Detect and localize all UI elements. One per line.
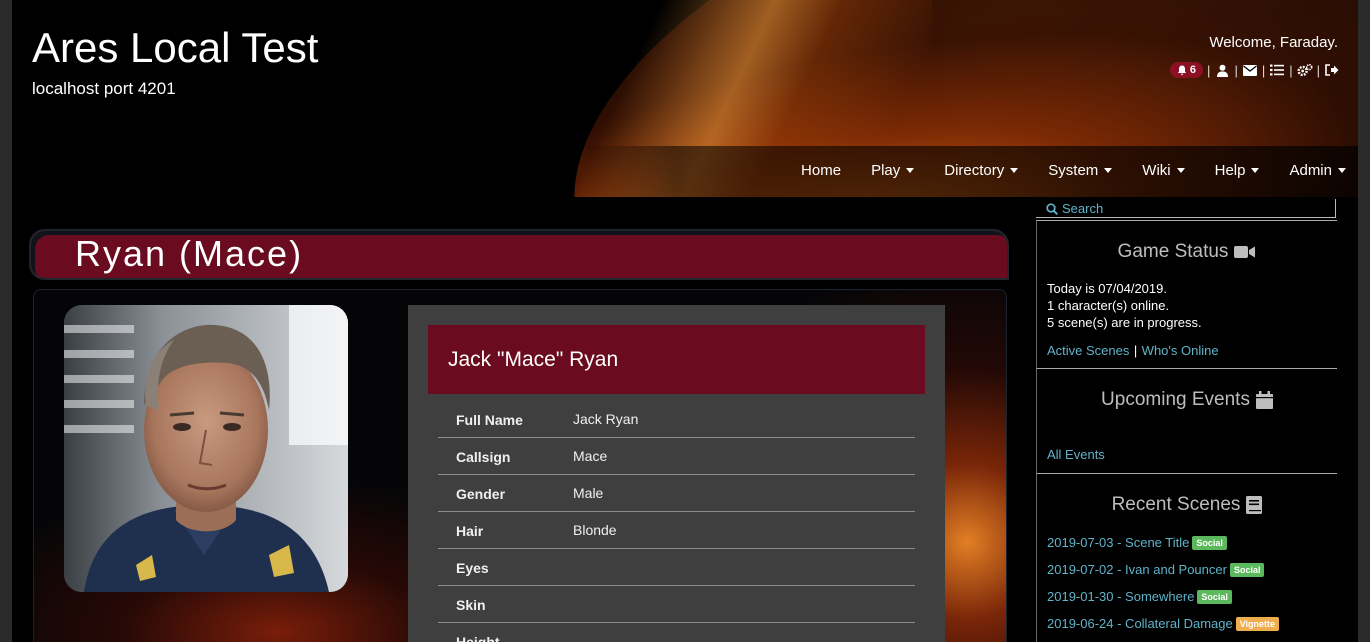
character-banner: Ryan (Mace): [29, 229, 1009, 280]
field-row: Skin: [438, 586, 915, 623]
whos-online-link[interactable]: Who's Online: [1142, 343, 1219, 358]
nav-help[interactable]: Help: [1215, 162, 1260, 179]
video-camera-icon: [1234, 246, 1256, 258]
scene-link[interactable]: 2019-06-24 - Collateral Damage: [1047, 616, 1233, 631]
search-input[interactable]: Search: [1036, 199, 1336, 218]
caret-down-icon: [1338, 168, 1346, 173]
all-events-link[interactable]: All Events: [1047, 447, 1105, 462]
scene-link[interactable]: 2019-07-02 - Ivan and Pouncer: [1047, 562, 1227, 577]
caret-down-icon: [1104, 168, 1113, 173]
sidebar: Search Game Status Today is 07/04/2019. …: [1036, 199, 1337, 642]
page-frame: Ares Local Test localhost port 4201 Welc…: [12, 0, 1358, 642]
status-date: Today is 07/04/2019.: [1047, 281, 1167, 296]
search-label: Search: [1062, 201, 1104, 216]
upcoming-events-section: Upcoming Events All Events: [1036, 368, 1337, 473]
nav-admin[interactable]: Admin: [1289, 162, 1346, 179]
field-row: Callsign Mace: [438, 438, 915, 475]
character-fields: Full Name Jack Ryan Callsign Mace Gender…: [438, 401, 915, 642]
mail-icon[interactable]: [1242, 62, 1258, 78]
notifications-button[interactable]: 6: [1169, 62, 1204, 78]
site-title[interactable]: Ares Local Test: [32, 24, 318, 72]
user-icon[interactable]: [1214, 62, 1230, 78]
notification-count: 6: [1189, 64, 1197, 76]
scene-type-badge: Social: [1197, 589, 1232, 604]
status-scenes: 5 scene(s) are in progress.: [1047, 315, 1202, 330]
list-icon[interactable]: [1269, 62, 1285, 78]
caret-down-icon: [906, 168, 915, 173]
field-row: Full Name Jack Ryan: [438, 401, 915, 438]
field-label: Height: [456, 634, 500, 642]
character-info-panel: Jack "Mace" Ryan Full Name Jack Ryan Cal…: [408, 305, 945, 642]
recent-scenes-title: Recent Scenes: [1111, 494, 1241, 515]
field-label: Gender: [456, 486, 506, 502]
upcoming-events-title: Upcoming Events: [1101, 389, 1250, 410]
scene-type-badge: Vignette: [1235, 616, 1280, 631]
active-scenes-link[interactable]: Active Scenes: [1047, 343, 1129, 358]
welcome-text: Welcome, Faraday.: [1209, 34, 1338, 51]
recent-scene-item[interactable]: 2019-06-24 - Collateral Damage Vignette: [1047, 616, 1280, 631]
game-status-title: Game Status: [1117, 241, 1229, 262]
scene-type-badge: Social: [1229, 562, 1265, 577]
field-row: Gender Male: [438, 475, 915, 512]
caret-down-icon: [1176, 168, 1185, 173]
field-label: Skin: [456, 597, 486, 613]
character-portrait: [64, 305, 348, 592]
recent-scenes-section: Recent Scenes 2019-07-03 - Scene Title S…: [1036, 473, 1337, 642]
nav-play[interactable]: Play: [871, 162, 915, 179]
nav-directory[interactable]: Directory: [944, 162, 1019, 179]
user-toolbar: 6 | | | | |: [1169, 62, 1340, 78]
recent-scene-item[interactable]: 2019-07-03 - Scene Title Social: [1047, 535, 1227, 550]
nav-home[interactable]: Home: [801, 162, 841, 179]
field-label: Eyes: [456, 560, 489, 576]
field-value: Jack Ryan: [573, 411, 639, 427]
scene-link[interactable]: 2019-01-30 - Somewhere: [1047, 589, 1194, 604]
main-nav: Home Play Directory System Wiki Help Adm…: [801, 162, 1346, 179]
gears-icon[interactable]: [1297, 62, 1313, 78]
bell-icon: [1177, 65, 1187, 75]
page-title: Ryan (Mace): [75, 233, 304, 274]
scene-type-badge: Social: [1192, 535, 1227, 550]
field-label: Hair: [456, 523, 484, 539]
field-row: Eyes: [438, 549, 915, 586]
scene-link[interactable]: 2019-07-03 - Scene Title: [1047, 535, 1189, 550]
site-subtitle: localhost port 4201: [32, 79, 176, 98]
sign-out-icon[interactable]: [1324, 62, 1340, 78]
status-online: 1 character(s) online.: [1047, 298, 1170, 313]
nav-system[interactable]: System: [1048, 162, 1113, 179]
character-name-header: Jack "Mace" Ryan: [428, 325, 925, 394]
field-row: Hair Blonde: [438, 512, 915, 549]
link-separator: |: [1133, 343, 1138, 358]
field-value: Mace: [573, 448, 608, 464]
field-label: Full Name: [456, 412, 523, 428]
calendar-icon: [1255, 391, 1273, 409]
game-status-section: Game Status Today is 07/04/2019. 1 chara…: [1036, 220, 1337, 368]
field-row: Height: [438, 623, 915, 642]
search-icon: [1046, 202, 1058, 215]
site-header: Ares Local Test localhost port 4201 Welc…: [12, 0, 1358, 197]
recent-scene-item[interactable]: 2019-07-02 - Ivan and Pouncer Social: [1047, 562, 1265, 577]
character-full-name: Jack "Mace" Ryan: [448, 348, 619, 371]
field-label: Callsign: [456, 449, 511, 465]
caret-down-icon: [1251, 168, 1260, 173]
caret-down-icon: [1010, 168, 1019, 173]
profile-area: Jack "Mace" Ryan Full Name Jack Ryan Cal…: [33, 289, 1007, 642]
nav-wiki[interactable]: Wiki: [1142, 162, 1185, 179]
field-value: Male: [573, 485, 604, 501]
book-icon: [1246, 496, 1263, 514]
recent-scene-item[interactable]: 2019-01-30 - Somewhere Social: [1047, 589, 1232, 604]
field-value: Blonde: [573, 522, 617, 538]
